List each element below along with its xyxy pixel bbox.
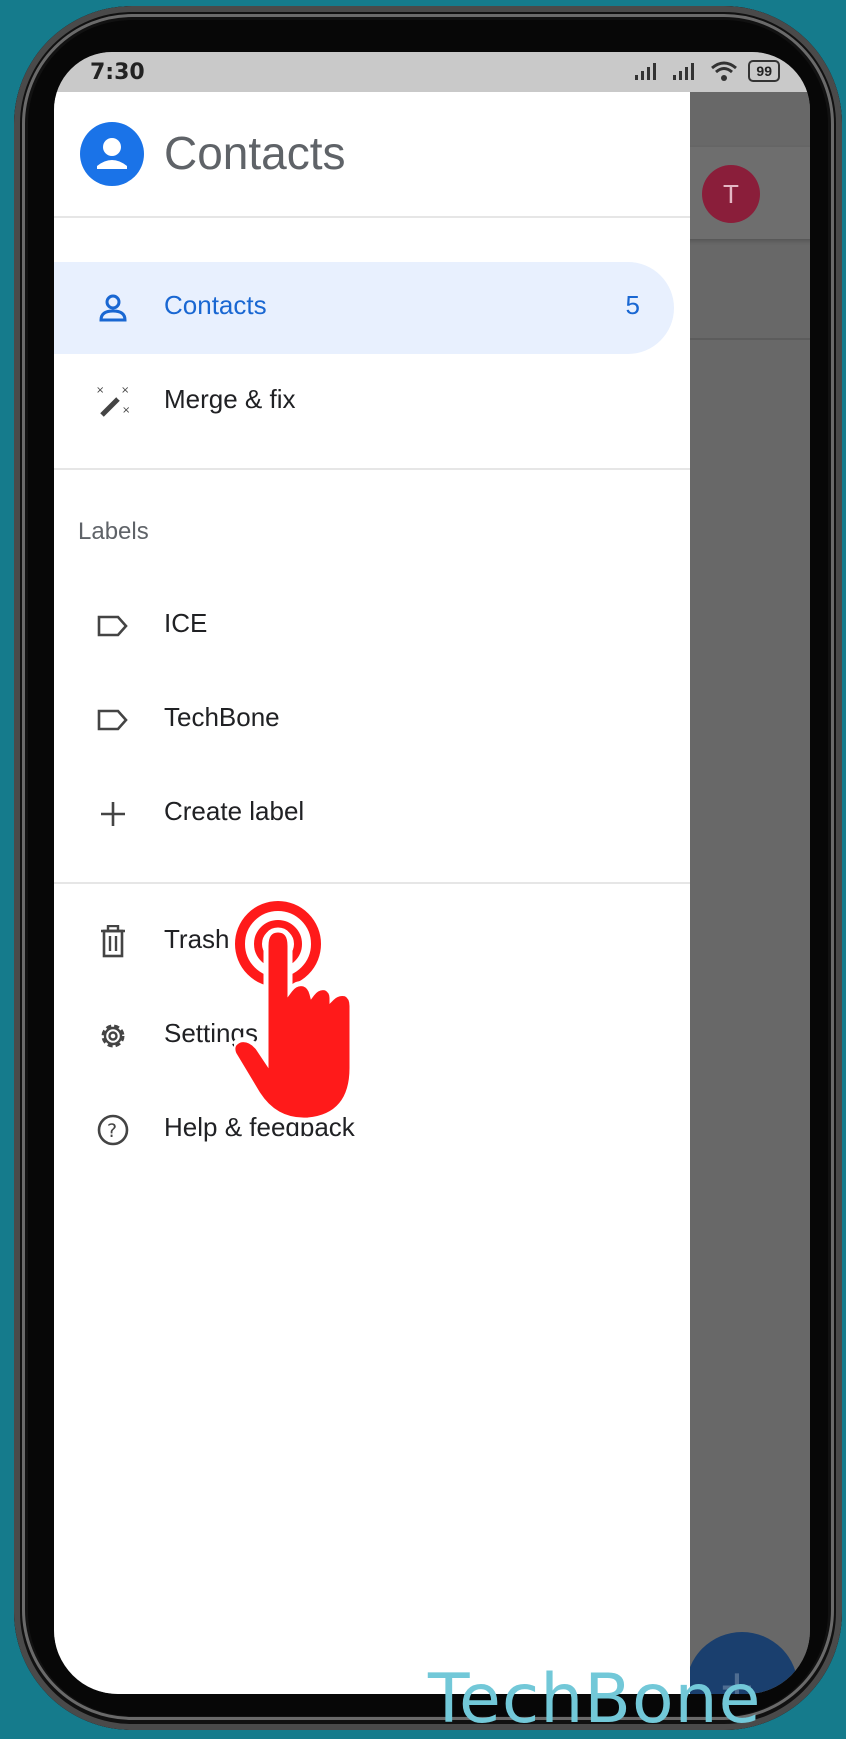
status-time: 7:30 bbox=[90, 60, 145, 85]
status-icons: 99 bbox=[634, 60, 780, 82]
signal-icon bbox=[673, 63, 695, 80]
svg-text:×: × bbox=[122, 405, 130, 416]
battery-indicator: 99 bbox=[748, 60, 780, 82]
navigation-drawer: Contacts Contacts 5 × × × Merge & fix Labe… bbox=[54, 92, 690, 1694]
magic-wand-icon: × × × bbox=[94, 383, 132, 421]
nav-item-label: Trash bbox=[164, 924, 230, 954]
label-icon bbox=[94, 607, 132, 645]
contacts-logo-icon bbox=[80, 122, 144, 186]
divider bbox=[54, 468, 690, 470]
nav-item-label: Contacts bbox=[164, 290, 267, 320]
create-label-button[interactable]: Create label bbox=[54, 768, 674, 860]
phone-screen: 7:30 99 T + Contacts Contacts 5 × × × Me… bbox=[54, 52, 810, 1694]
create-label-text: Create label bbox=[164, 796, 305, 826]
account-avatar[interactable]: T bbox=[702, 165, 760, 223]
nav-item-merge-fix[interactable]: × × × Merge & fix bbox=[54, 356, 674, 448]
svg-text:?: ? bbox=[107, 1120, 117, 1142]
background-divider bbox=[674, 338, 810, 340]
nav-item-contacts[interactable]: Contacts 5 bbox=[54, 262, 674, 354]
label-item-techbone[interactable]: TechBone bbox=[54, 674, 674, 766]
label-icon bbox=[94, 701, 132, 739]
drawer-header: Contacts bbox=[54, 92, 690, 218]
status-bar: 7:30 99 bbox=[54, 52, 810, 92]
label-item-text: ICE bbox=[164, 608, 208, 638]
help-circle-icon: ? bbox=[94, 1111, 132, 1149]
divider bbox=[54, 882, 690, 884]
person-icon bbox=[94, 289, 132, 327]
label-item-ice[interactable]: ICE bbox=[54, 580, 674, 672]
trash-icon bbox=[94, 923, 132, 961]
labels-section-title: Labels bbox=[78, 518, 149, 545]
watermark: TechBone bbox=[428, 1660, 762, 1739]
gear-icon bbox=[94, 1017, 132, 1055]
nav-item-label: Merge & fix bbox=[164, 384, 296, 414]
svg-text:×: × bbox=[121, 385, 129, 396]
contacts-count: 5 bbox=[625, 290, 640, 320]
app-title: Contacts bbox=[164, 127, 346, 179]
signal-icon bbox=[635, 63, 657, 80]
svg-text:×: × bbox=[96, 385, 104, 396]
tap-hand-icon bbox=[230, 898, 394, 1138]
plus-icon bbox=[94, 795, 132, 833]
label-item-text: TechBone bbox=[164, 702, 280, 732]
wifi-icon bbox=[711, 61, 738, 81]
